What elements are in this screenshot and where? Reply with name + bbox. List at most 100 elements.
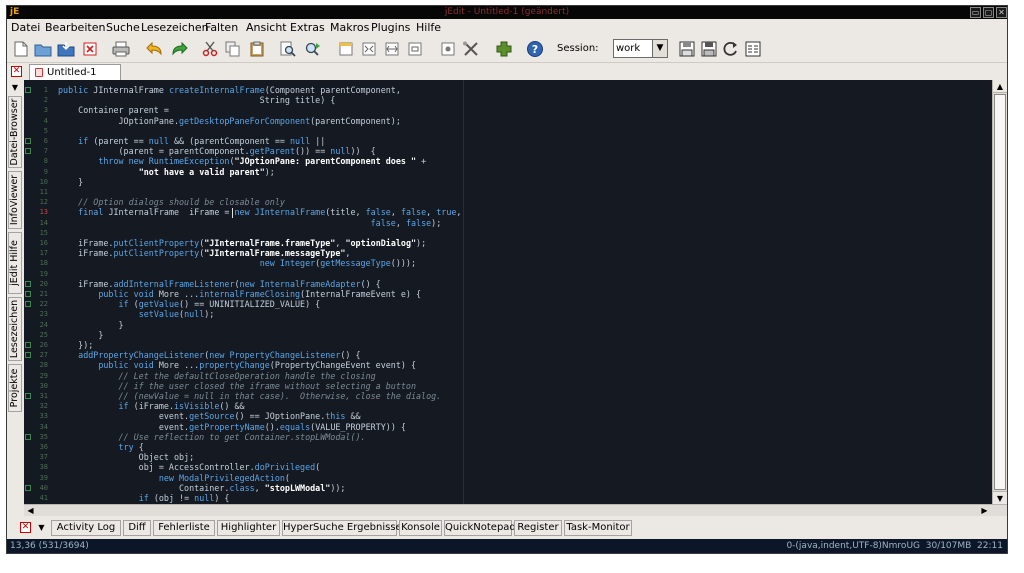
code-line[interactable]: setValue(null); <box>58 309 215 319</box>
scroll-down-button[interactable]: ▼ <box>993 491 1007 504</box>
paste-icon[interactable] <box>247 39 267 59</box>
dock-tab-highlighter[interactable]: Highlighter <box>217 520 280 536</box>
code-line[interactable]: event.getSource() == JOptionPane.this && <box>58 411 361 421</box>
menu-extras[interactable]: Extras <box>290 20 325 35</box>
horizontal-scrollbar[interactable]: ◀ ▶ <box>24 504 1007 516</box>
session-save-as-icon[interactable] <box>699 39 719 59</box>
code-line[interactable]: "not have a valid parent"); <box>58 167 275 177</box>
session-save-icon[interactable] <box>677 39 697 59</box>
code-line[interactable]: JOptionPane.getDesktopPaneForComponent(p… <box>58 116 401 126</box>
fold-toggle-icon[interactable] <box>25 352 31 359</box>
bottom-dock-menu-icon[interactable]: ▼ <box>36 522 47 533</box>
dock-tab-hypersuche[interactable]: HyperSuche Ergebnisse <box>282 520 402 536</box>
menu-plugins[interactable]: Plugins <box>371 20 410 35</box>
menu-makros[interactable]: Makros <box>330 20 369 35</box>
plugin-manager-icon[interactable] <box>494 39 514 59</box>
close-window-button[interactable]: ✕ <box>996 7 1007 18</box>
minimize-button[interactable]: ▭ <box>970 7 981 18</box>
split-icon[interactable] <box>359 39 379 59</box>
new-view-icon[interactable] <box>336 39 356 59</box>
code-line[interactable]: event.getPropertyName().equals(VALUE_PRO… <box>58 422 406 432</box>
left-dock-menu-icon[interactable]: ▼ <box>10 83 20 93</box>
code-line[interactable]: // Let the defaultCloseOperation handle … <box>58 371 376 381</box>
session-manager-icon[interactable] <box>743 39 763 59</box>
find-icon[interactable] <box>278 39 298 59</box>
code-line[interactable]: } <box>58 320 124 330</box>
code-line[interactable]: false, false); <box>58 218 442 228</box>
gutter[interactable]: 1 2 3 4 5 6 7 8 9 10 11 12 13 14 15 16 17 18 19 20 21 22 23 24 2… <box>24 80 50 504</box>
scroll-thumb[interactable] <box>994 94 1006 490</box>
code-line[interactable]: Container.class, "stopLWModal")); <box>58 483 345 493</box>
code-line[interactable]: (parent = parentComponent.getParent()) =… <box>58 146 376 156</box>
dock-tab-activity-log[interactable]: Activity Log <box>51 520 121 536</box>
buffer-tab-untitled-1[interactable]: Untitled-1 <box>29 64 121 80</box>
new-file-icon[interactable] <box>11 39 31 59</box>
code-line[interactable]: obj = AccessController.doPrivileged( <box>58 462 321 472</box>
save-icon[interactable] <box>56 39 76 59</box>
text-area[interactable]: 1 2 3 4 5 6 7 8 9 10 11 12 13 14 15 16 17 18 19 20 21 22 23 24 2… <box>24 80 992 504</box>
dock-tab-register[interactable]: Register <box>514 520 562 536</box>
cut-icon[interactable] <box>200 39 220 59</box>
dock-tab-quicknotepad[interactable]: QuickNotepad <box>444 520 516 536</box>
menu-bearbeiten[interactable]: Bearbeiten <box>45 20 105 35</box>
code-line[interactable]: // (newValue = null in that case). Other… <box>58 391 442 401</box>
session-select[interactable]: work ▼ <box>613 39 668 58</box>
menu-suche[interactable]: Suche <box>106 20 140 35</box>
plugin-options-icon[interactable] <box>461 39 481 59</box>
undo-icon[interactable] <box>145 39 165 59</box>
menu-hilfe[interactable]: Hilfe <box>416 20 441 35</box>
code-line[interactable]: if (obj != null) { <box>58 493 230 503</box>
code-line[interactable]: // Use reflection to get Container.stopL… <box>58 432 366 442</box>
global-options-icon[interactable] <box>438 39 458 59</box>
fold-toggle-icon[interactable] <box>25 291 31 297</box>
fold-toggle-icon[interactable] <box>25 484 31 491</box>
unsplit-icon[interactable] <box>382 39 402 59</box>
code-line[interactable]: iFrame.putClientProperty("JInternalFrame… <box>58 238 426 248</box>
close-buffer-icon[interactable]: ✕ <box>11 66 22 77</box>
fold-toggle-icon[interactable] <box>25 280 31 287</box>
chevron-down-icon[interactable]: ▼ <box>652 40 667 57</box>
code-line[interactable]: // if the user closed the iframe without… <box>58 381 417 391</box>
copy-icon[interactable] <box>223 39 243 59</box>
fold-toggle-icon[interactable] <box>25 87 31 93</box>
code-line[interactable]: if (getValue() == UNINITIALIZED_VALUE) { <box>58 299 321 309</box>
code-line[interactable]: Container parent = <box>58 105 169 115</box>
maximize-button[interactable]: ▢ <box>983 7 994 18</box>
code-line[interactable]: // Option dialogs should be closable onl… <box>58 197 285 207</box>
dock-tab-infoviewer[interactable]: InfoViewer <box>8 171 22 229</box>
code-line[interactable]: iFrame.putClientProperty("JInternalFrame… <box>58 248 350 258</box>
scroll-up-button[interactable]: ▲ <box>993 80 1007 93</box>
fold-toggle-icon[interactable] <box>25 301 31 308</box>
find-next-icon[interactable] <box>303 39 323 59</box>
print-icon[interactable] <box>111 39 131 59</box>
dock-tab-konsole[interactable]: Konsole <box>399 520 442 536</box>
code-line[interactable]: String title) { <box>58 95 336 105</box>
menu-lesezeichen[interactable]: Lesezeichen <box>141 20 209 35</box>
dock-tab-lesezeichen[interactable]: Lesezeichen <box>8 297 22 361</box>
dock-tab-task-monitor[interactable]: Task-Monitor <box>564 520 632 536</box>
code-line[interactable]: }); <box>58 340 93 350</box>
redo-icon[interactable] <box>169 39 189 59</box>
close-dock-icon[interactable]: ✕ <box>20 522 31 533</box>
fold-toggle-icon[interactable] <box>25 393 31 399</box>
open-folder-icon[interactable] <box>33 39 53 59</box>
scroll-left-button[interactable]: ◀ <box>24 505 37 516</box>
code-line[interactable]: new ModalPrivilegedAction( <box>58 473 290 483</box>
code-line[interactable]: public void More ...propertyChange(Prope… <box>58 360 416 370</box>
menu-falten[interactable]: Falten <box>205 20 238 35</box>
unsplit-current-icon[interactable] <box>405 39 425 59</box>
vertical-scrollbar[interactable]: ▲ ▼ <box>992 80 1007 504</box>
dock-tab-jedit-hilfe[interactable]: jEdit Hilfe <box>8 232 22 294</box>
help-icon[interactable]: ? <box>525 39 545 59</box>
code-line[interactable]: iFrame.addInternalFrameListener(new Inte… <box>58 279 381 289</box>
fold-markers[interactable] <box>24 80 32 504</box>
close-file-icon[interactable] <box>80 39 100 59</box>
fold-toggle-icon[interactable] <box>25 342 31 348</box>
dock-tab-projekte[interactable]: Projekte <box>8 364 22 412</box>
code-line[interactable]: if (iFrame.isVisible() && <box>58 401 245 411</box>
code-line[interactable]: throw new RuntimeException("JOptionPane:… <box>58 156 426 166</box>
fold-toggle-icon[interactable] <box>25 138 31 144</box>
menu-datei[interactable]: Datei <box>11 20 40 35</box>
fold-toggle-icon[interactable] <box>25 433 31 440</box>
fold-toggle-icon[interactable] <box>25 148 31 155</box>
